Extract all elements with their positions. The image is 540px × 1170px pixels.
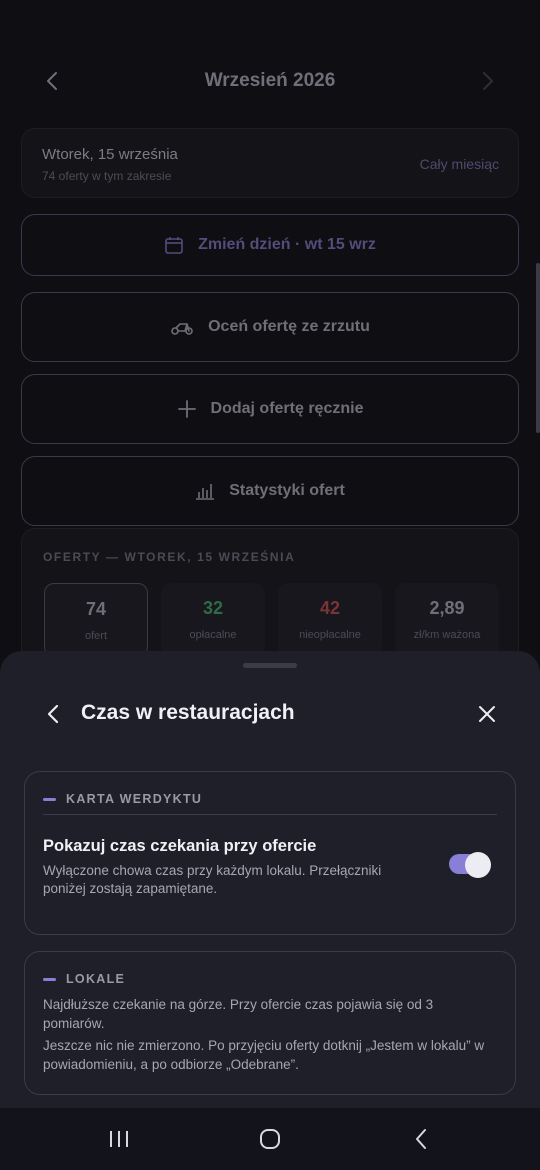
section-accent-bar	[43, 977, 56, 981]
system-nav-bar	[0, 1108, 540, 1170]
venues-section-header: LOKALE	[43, 972, 125, 986]
chevron-right-icon	[483, 72, 493, 90]
sheet-drag-handle[interactable]	[243, 663, 297, 668]
recents-button[interactable]	[101, 1124, 137, 1154]
close-icon	[479, 706, 495, 722]
scrollbar[interactable]	[536, 263, 540, 433]
rate-screenshot-button[interactable]: Oceń ofertę ze zrzutu	[21, 292, 519, 362]
stat-label: nieopłacalne	[299, 629, 361, 641]
stat-label: ofert	[84, 630, 107, 642]
stat-value: 42	[319, 598, 341, 618]
selected-day: Wtorek, 15 września	[42, 146, 178, 163]
back-icon	[416, 1129, 426, 1149]
offer-count: 74 oferty w tym zakresie	[42, 169, 172, 183]
section-accent-bar	[43, 797, 56, 801]
venues-section-label: LOKALE	[66, 972, 126, 986]
toggle-thumb	[465, 852, 491, 878]
stat-value: 2,89	[429, 598, 465, 618]
month-title: Wrzesień 2026	[204, 70, 336, 91]
stat-value: 74	[85, 599, 107, 619]
show-wait-time-desc: Wyłączone chowa czas przy każdym lokalu.…	[43, 863, 382, 896]
divider	[43, 814, 497, 815]
verdict-card-panel: KARTA WERDYKTU Pokazuj czas czekania prz…	[24, 771, 516, 935]
verdict-section-label: KARTA WERDYKTU	[66, 792, 203, 806]
stat-label: zł/km ważona	[413, 629, 481, 641]
stat-tile-offers[interactable]: 74 ofert	[44, 583, 148, 657]
venues-empty-text: Jeszcze nic nie zmierzono. Po przyjęciu …	[43, 1038, 485, 1072]
sheet-close-button[interactable]	[472, 699, 502, 729]
whole-month-link[interactable]: Cały miesiąc	[420, 156, 499, 172]
month-header: Wrzesień 2026	[0, 56, 540, 106]
date-range-card: Wtorek, 15 września 74 oferty w tym zakr…	[21, 128, 519, 198]
sheet-title: Czas w restauracjach	[81, 701, 295, 724]
change-day-button[interactable]: Zmień dzień · wt 15 wrz	[21, 214, 519, 276]
next-month-button[interactable]	[473, 66, 503, 96]
chevron-left-icon	[47, 704, 59, 724]
change-day-label: Zmień dzień · wt 15 wrz	[198, 236, 376, 253]
stat-value: 32	[202, 598, 224, 618]
home-icon	[260, 1129, 280, 1149]
stat-label: opłacalne	[189, 629, 237, 641]
home-button[interactable]	[252, 1124, 288, 1154]
add-offer-label: Dodaj ofertę ręcznie	[210, 400, 364, 417]
verdict-section-header: KARTA WERDYKTU	[43, 792, 202, 806]
stats-section-label: OFERTY — WTOREK, 15 WRZEŚNIA	[43, 550, 296, 564]
show-wait-time-toggle[interactable]	[449, 852, 491, 878]
add-offer-button[interactable]: Dodaj ofertę ręcznie	[21, 374, 519, 444]
venues-info-text: Najdłuższe czekanie na górze. Przy oferc…	[43, 997, 434, 1031]
calendar-icon	[165, 237, 183, 254]
offer-stats-label: Statystyki ofert	[229, 482, 345, 499]
show-wait-time-title: Pokazuj czas czekania przy ofercie	[43, 837, 317, 855]
stat-tile-rate[interactable]: 2,89 zł/km ważona	[395, 583, 499, 657]
recents-icon	[110, 1131, 128, 1147]
scooter-icon	[171, 323, 193, 335]
plus-icon	[177, 400, 196, 418]
venues-panel: LOKALE Najdłuższe czekanie na górze. Prz…	[24, 951, 516, 1095]
stat-tile-unprofitable[interactable]: 42 nieopłacalne	[278, 583, 382, 657]
bar-chart-icon	[196, 484, 215, 500]
day-stats-card: OFERTY — WTOREK, 15 WRZEŚNIA 74 ofert 32…	[21, 528, 519, 668]
back-button[interactable]	[403, 1124, 439, 1154]
offer-stats-button[interactable]: Statystyki ofert	[21, 456, 519, 526]
stat-tile-profitable[interactable]: 32 opłacalne	[161, 583, 265, 657]
rate-screenshot-label: Oceń ofertę ze zrzutu	[208, 318, 370, 335]
sheet-back-button[interactable]	[38, 699, 68, 729]
